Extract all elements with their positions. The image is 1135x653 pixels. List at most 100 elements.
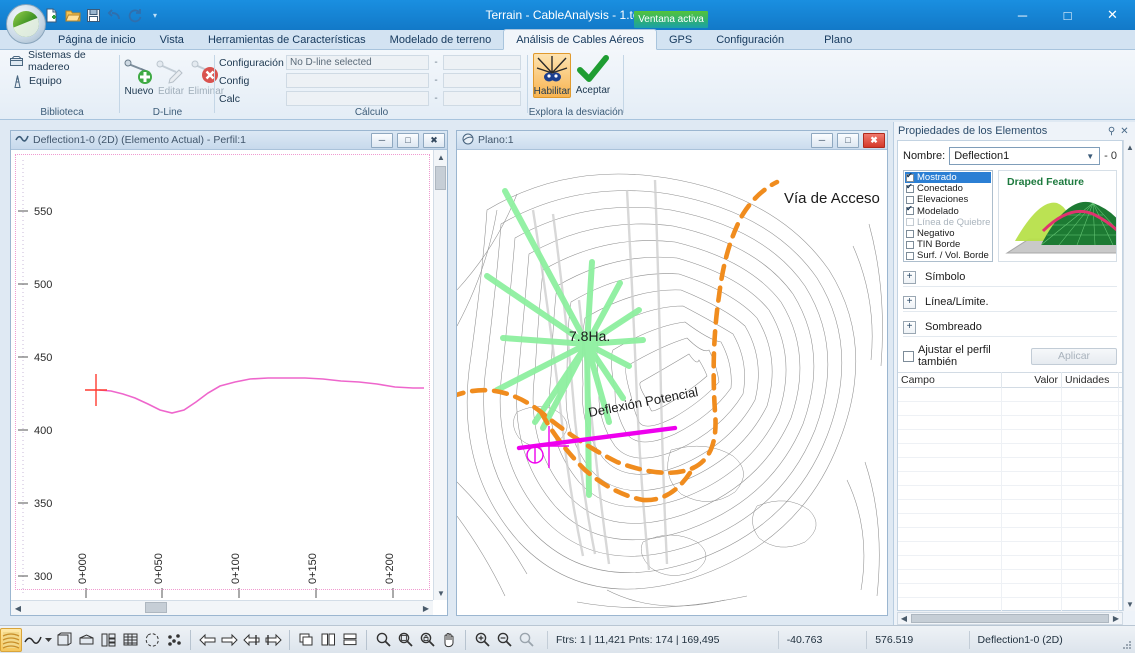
expander-icon[interactable]: +	[903, 271, 916, 284]
dline-edit-button[interactable]: Editar	[156, 53, 186, 97]
table-row[interactable]	[898, 570, 1122, 584]
calc-field-calc[interactable]	[286, 91, 429, 106]
table-row[interactable]	[898, 528, 1122, 542]
resize-grip[interactable]	[1120, 638, 1132, 650]
accept-deflection-button[interactable]: Aceptar	[574, 53, 612, 96]
table-row[interactable]	[898, 416, 1122, 430]
table-row[interactable]	[898, 472, 1122, 486]
plan-map-titlebar[interactable]: Plano:1 ─ □ ✖	[457, 131, 887, 150]
table-row[interactable]	[898, 486, 1122, 500]
flag-surf-vol-borde[interactable]: Surf. / Vol. Borde	[905, 250, 991, 261]
profile-close-button[interactable]: ✖	[423, 133, 445, 148]
plan-map-canvas[interactable]: 7.8Ha. Deflexión Potencial Vía de Acceso	[457, 150, 887, 615]
expander-icon[interactable]: +	[903, 296, 916, 309]
table-row[interactable]	[898, 542, 1122, 556]
tab-gps[interactable]: GPS	[657, 30, 704, 50]
view-grid-icon[interactable]	[119, 628, 141, 652]
zoom-window-icon[interactable]	[394, 628, 416, 652]
flag-modelado[interactable]: Modelado	[905, 206, 991, 217]
apply-button[interactable]: Aplicar	[1031, 348, 1117, 365]
chart-scroll-right-arrow[interactable]: ▶	[419, 601, 433, 615]
chevron-down-icon[interactable]: ▼	[1083, 152, 1097, 161]
properties-scroll-left-arrow[interactable]: ◀	[898, 614, 910, 623]
zoom-extents-icon[interactable]	[515, 628, 537, 652]
application-orb-button[interactable]	[6, 4, 46, 44]
chart-scroll-up-arrow[interactable]: ▲	[434, 150, 448, 164]
tab-configuracion[interactable]: Configuración	[704, 30, 796, 50]
properties-scroll-up-arrow[interactable]: ▲	[1124, 140, 1135, 154]
checkbox-mostrado[interactable]	[906, 174, 914, 182]
tab-plano[interactable]: Plano	[812, 30, 864, 50]
profile-chart-canvas[interactable]: 550 500 450 400 350 300 0+000 0+050	[11, 150, 447, 615]
dline-new-button[interactable]: Nuevo	[124, 53, 154, 97]
window-tile-horizontal-icon[interactable]	[339, 628, 361, 652]
profile-restore-button[interactable]: □	[397, 133, 419, 148]
window-cascade-icon[interactable]	[295, 628, 317, 652]
tab-modelado-de-terreno[interactable]: Modelado de terreno	[378, 30, 504, 50]
library-item-sistemas-de-madereo[interactable]: Sistemas de madereo	[4, 51, 117, 71]
tab-vista[interactable]: Vista	[148, 30, 196, 50]
chart-hscroll-thumb[interactable]	[145, 602, 167, 613]
chart-vscroll-thumb[interactable]	[435, 166, 446, 190]
profile-line-icon[interactable]	[22, 628, 44, 652]
checkbox-conectado[interactable]	[906, 185, 914, 193]
element-flags-list[interactable]: Mostrado Conectado Elevaciones Modelado	[903, 170, 993, 262]
tab-herramientas-de-caracteristicas[interactable]: Herramientas de Características	[196, 30, 378, 50]
zoom-lock-icon[interactable]	[416, 628, 438, 652]
checkbox-negativo[interactable]	[906, 230, 914, 238]
adjust-profile-checkbox-row[interactable]: Ajustar el perfil también	[903, 344, 1025, 368]
redo-icon[interactable]	[128, 8, 144, 23]
checkbox-surf-vol-borde[interactable]	[906, 252, 914, 260]
zoom-out-icon[interactable]	[493, 628, 515, 652]
new-file-icon[interactable]	[44, 8, 60, 23]
table-row[interactable]	[898, 458, 1122, 472]
minimize-button[interactable]: ─	[1000, 0, 1045, 30]
expander-icon[interactable]: +	[903, 321, 916, 334]
element-name-combobox[interactable]: Deflection1 ▼	[949, 147, 1100, 165]
profile-chart-titlebar[interactable]: Deflection1-0 (2D) (Elemento Actual) - P…	[11, 131, 447, 150]
flag-conectado[interactable]: Conectado	[905, 183, 991, 194]
tab-analisis-de-cables-aereos[interactable]: Análisis de Cables Aéreos	[503, 29, 657, 50]
flag-mostrado[interactable]: Mostrado	[905, 172, 991, 183]
chart-vertical-scrollbar[interactable]: ▲ ▼	[433, 150, 447, 600]
properties-horizontal-scrollbar[interactable]: ◀ ▶	[897, 612, 1123, 625]
dropdown-caret-icon[interactable]	[44, 628, 53, 652]
chart-scroll-down-arrow[interactable]: ▼	[434, 586, 448, 600]
properties-vertical-scrollbar[interactable]: ▲ ▼	[1123, 140, 1135, 611]
profile-minimize-button[interactable]: ─	[371, 133, 393, 148]
table-row[interactable]	[898, 430, 1122, 444]
arrow-left-icon[interactable]	[196, 628, 218, 652]
chart-horizontal-scrollbar[interactable]: ◀ ▶	[11, 600, 433, 615]
view-sections-icon[interactable]	[97, 628, 119, 652]
enable-deflection-button[interactable]: Habilitar	[533, 53, 571, 98]
chart-scroll-left-arrow[interactable]: ◀	[11, 601, 25, 615]
select-points-icon[interactable]	[163, 628, 185, 652]
calc-field-config[interactable]	[286, 73, 429, 88]
pin-icon[interactable]: ⚲	[1105, 126, 1118, 137]
table-row[interactable]	[898, 388, 1122, 402]
zoom-icon[interactable]	[372, 628, 394, 652]
arrow-first-icon[interactable]	[240, 628, 262, 652]
properties-scroll-right-arrow[interactable]: ▶	[1110, 614, 1122, 623]
close-icon[interactable]: ✕	[1118, 126, 1131, 137]
calc-field2-configuracion[interactable]	[443, 55, 521, 70]
field-grid-body[interactable]	[898, 388, 1122, 612]
checkbox-elevaciones[interactable]	[906, 196, 914, 204]
qat-dropdown-icon[interactable]: ▾	[153, 11, 157, 20]
open-folder-icon[interactable]	[65, 8, 81, 23]
window-tile-vertical-icon[interactable]	[317, 628, 339, 652]
view-perspective-icon[interactable]	[75, 628, 97, 652]
library-item-equipo[interactable]: Equipo	[4, 71, 117, 91]
table-row[interactable]	[898, 500, 1122, 514]
table-row[interactable]	[898, 402, 1122, 416]
flag-negativo[interactable]: Negativo	[905, 228, 991, 239]
adjust-profile-checkbox[interactable]	[903, 351, 914, 362]
calc-field2-config[interactable]	[443, 73, 521, 88]
select-region-icon[interactable]	[141, 628, 163, 652]
render-shaded-icon[interactable]	[0, 628, 22, 652]
arrow-right-icon[interactable]	[218, 628, 240, 652]
view-3d-box-icon[interactable]	[53, 628, 75, 652]
table-row[interactable]	[898, 514, 1122, 528]
plan-restore-button[interactable]: □	[837, 133, 859, 148]
accordion-sombreado[interactable]: + Sombreado	[903, 318, 1117, 337]
